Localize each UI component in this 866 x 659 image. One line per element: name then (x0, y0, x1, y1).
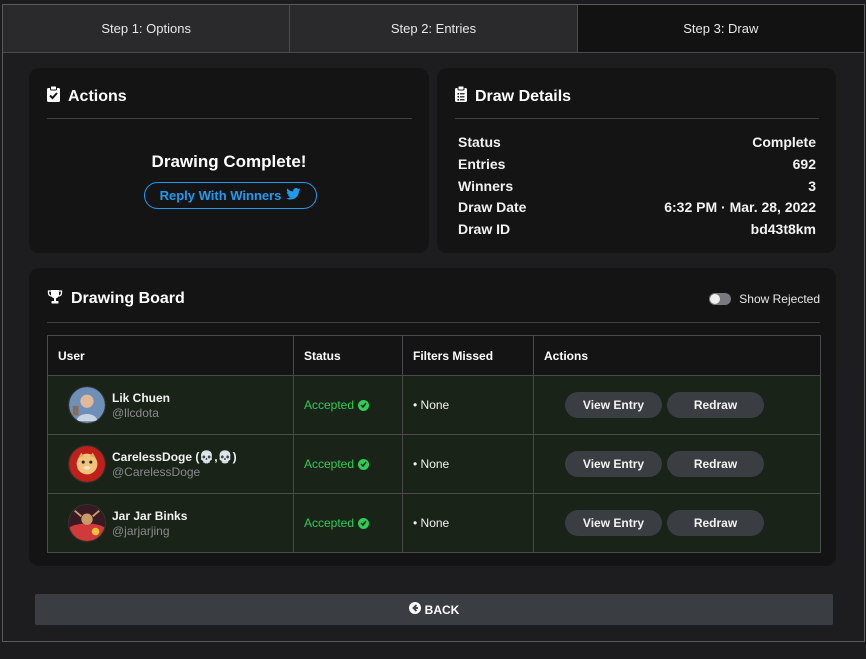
show-rejected-label: Show Rejected (739, 292, 820, 306)
status-cell: Accepted (293, 434, 403, 494)
detail-label: Status (458, 134, 501, 150)
user-name: Lik Chuen (112, 390, 171, 405)
actions-cell: View Entry Redraw (533, 493, 821, 553)
detail-label: Winners (458, 178, 514, 194)
details-divider (455, 118, 819, 119)
avatar[interactable] (68, 445, 106, 483)
table-row: Lik Chuen @llcdota Accepted • None View … (47, 375, 821, 435)
column-header-actions: Actions (533, 335, 821, 376)
table-row: Jar Jar Binks @jarjarjing Accepted • Non… (47, 493, 821, 553)
detail-label: Entries (458, 156, 506, 172)
show-rejected-control: Show Rejected (709, 292, 820, 306)
reply-button-label: Reply With Winners (159, 188, 282, 203)
check-circle-icon (358, 458, 370, 470)
drawing-board-card: Drawing Board Show Rejected User Status … (29, 268, 836, 566)
column-header-status: Status (293, 335, 403, 376)
filters-missed-cell: • None (402, 493, 534, 553)
user-cell: Jar Jar Binks @jarjarjing (47, 493, 294, 553)
user-handle[interactable]: @llcdota (112, 406, 170, 420)
column-header-filters-missed: Filters Missed (402, 335, 534, 376)
status-text: Accepted (304, 516, 355, 530)
clipboard-check-icon (47, 85, 60, 107)
avatar[interactable] (68, 504, 106, 542)
detail-label: Draw ID (458, 221, 511, 237)
detail-value: 6:32 PM · Mar. 28, 2022 (664, 199, 816, 215)
drawing-board-title: Drawing Board (71, 290, 185, 307)
avatar[interactable] (68, 386, 106, 424)
tab-step-2-entries[interactable]: Step 2: Entries (289, 5, 577, 52)
tab-step-1-options[interactable]: Step 1: Options (3, 5, 290, 52)
detail-row-draw-id: Draw ID bd43t8km (458, 219, 816, 239)
view-entry-button[interactable]: View Entry (565, 451, 662, 477)
user-name: CarelessDoge (💀,💀) (112, 449, 237, 464)
user-name: Jar Jar Binks (112, 508, 188, 523)
tab-step-3-draw[interactable]: Step 3: Draw (576, 5, 864, 52)
status-text: Accepted (304, 398, 355, 412)
draw-details-header: Draw Details (455, 85, 572, 107)
detail-row-winners: Winners 3 (458, 176, 816, 196)
drawing-board-table: User Status Filters Missed Actions Lik C… (47, 335, 821, 553)
detail-label: Draw Date (458, 199, 527, 215)
reply-with-winners-button[interactable]: Reply With Winners (144, 182, 317, 209)
check-circle-icon (358, 517, 370, 529)
actions-card: Actions Drawing Complete! Reply With Win… (29, 68, 429, 253)
redraw-button[interactable]: Redraw (667, 451, 764, 477)
detail-value: 3 (808, 178, 816, 194)
arrow-circle-left-icon (408, 602, 421, 617)
table-row: CarelessDoge (💀,💀) @CarelessDoge Accepte… (47, 434, 821, 494)
status-cell: Accepted (293, 493, 403, 553)
status-text: Accepted (304, 457, 355, 471)
clipboard-list-icon (455, 85, 467, 107)
status-badge: Accepted (304, 398, 402, 412)
trophy-icon (47, 289, 63, 309)
actions-cell: View Entry Redraw (533, 375, 821, 435)
actions-title: Actions (68, 87, 127, 105)
detail-value: bd43t8km (750, 221, 816, 237)
redraw-button[interactable]: Redraw (667, 510, 764, 536)
status-badge: Accepted (304, 457, 402, 471)
step-tabs: Step 1: Options Step 2: Entries Step 3: … (3, 5, 864, 53)
status-cell: Accepted (293, 375, 403, 435)
actions-divider (47, 118, 412, 119)
detail-value: 692 (792, 156, 816, 172)
twitter-icon (286, 188, 301, 203)
user-cell: CarelessDoge (💀,💀) @CarelessDoge (47, 434, 294, 494)
back-button-label: BACK (424, 602, 460, 617)
status-badge: Accepted (304, 516, 402, 530)
drawing-complete-message: Drawing Complete! (151, 152, 307, 171)
draw-details-card: Draw Details Status Complete Entries 692… (437, 68, 836, 253)
back-button[interactable]: BACK (35, 594, 833, 625)
user-handle[interactable]: @jarjarjing (112, 524, 187, 538)
board-divider (47, 322, 820, 323)
detail-row-entries: Entries 692 (458, 154, 816, 174)
view-entry-button[interactable]: View Entry (565, 510, 662, 536)
actions-header: Actions (47, 85, 127, 107)
filters-missed-cell: • None (402, 434, 534, 494)
toggle-knob (710, 294, 721, 304)
detail-value: Complete (752, 134, 816, 150)
draw-details-title: Draw Details (475, 87, 572, 105)
redraw-button[interactable]: Redraw (667, 392, 764, 418)
column-header-user: User (47, 335, 294, 376)
show-rejected-toggle[interactable] (709, 293, 732, 305)
check-circle-icon (358, 399, 370, 411)
table-header-row: User Status Filters Missed Actions (47, 335, 821, 376)
actions-cell: View Entry Redraw (533, 434, 821, 494)
drawing-board-header: Drawing Board (47, 289, 185, 309)
user-cell: Lik Chuen @llcdota (47, 375, 294, 435)
detail-row-status: Status Complete (458, 132, 816, 152)
view-entry-button[interactable]: View Entry (565, 392, 662, 418)
filters-missed-cell: • None (402, 375, 534, 435)
user-handle[interactable]: @CarelessDoge (112, 465, 237, 479)
detail-row-draw-date: Draw Date 6:32 PM · Mar. 28, 2022 (458, 197, 816, 217)
